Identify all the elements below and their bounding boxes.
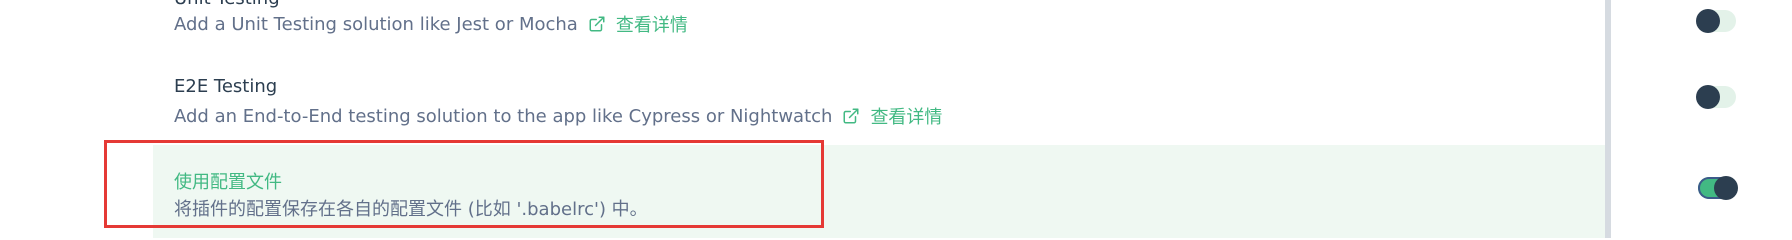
feature-toggle-switch[interactable] xyxy=(1698,176,1738,200)
feature-toggle-switch[interactable] xyxy=(1696,9,1736,33)
vertical-scrollbar[interactable] xyxy=(1605,0,1611,238)
feature-description: Add a Unit Testing solution like Jest or… xyxy=(174,11,688,37)
feature-description-text: Add an End-to-End testing solution to th… xyxy=(174,105,833,127)
feature-item-config-files[interactable]: 使用配置文件 将插件的配置保存在各自的配置文件 (比如 '.babelrc') … xyxy=(153,145,1738,238)
feature-description-text: Add a Unit Testing solution like Jest or… xyxy=(174,13,578,35)
feature-title: Unit Testing xyxy=(174,0,280,9)
feature-title: 使用配置文件 xyxy=(174,172,282,193)
toggle-knob xyxy=(1714,176,1738,200)
toggle-knob xyxy=(1696,9,1720,33)
external-link-icon xyxy=(843,108,859,124)
feature-list-panel: Unit Testing Add a Unit Testing solution… xyxy=(0,0,1792,238)
more-info-link[interactable]: 查看详情 xyxy=(842,103,942,129)
feature-item-unit-testing[interactable]: Unit Testing Add a Unit Testing solution… xyxy=(153,0,1736,46)
feature-description: 将插件的配置保存在各自的配置文件 (比如 '.babelrc') 中。 xyxy=(174,195,648,221)
feature-title: E2E Testing xyxy=(174,76,278,97)
more-info-link-label[interactable]: 查看详情 xyxy=(616,11,688,37)
toggle-knob xyxy=(1696,85,1720,109)
feature-toggle-switch[interactable] xyxy=(1696,85,1736,109)
more-info-link[interactable]: 查看详情 xyxy=(588,11,688,37)
feature-description: Add an End-to-End testing solution to th… xyxy=(174,103,942,129)
more-info-link-label[interactable]: 查看详情 xyxy=(870,103,942,129)
external-link-icon xyxy=(589,16,605,32)
feature-item-e2e-testing[interactable]: E2E Testing Add an End-to-End testing so… xyxy=(153,58,1736,138)
feature-description-text: 将插件的配置保存在各自的配置文件 (比如 '.babelrc') 中。 xyxy=(174,199,648,220)
